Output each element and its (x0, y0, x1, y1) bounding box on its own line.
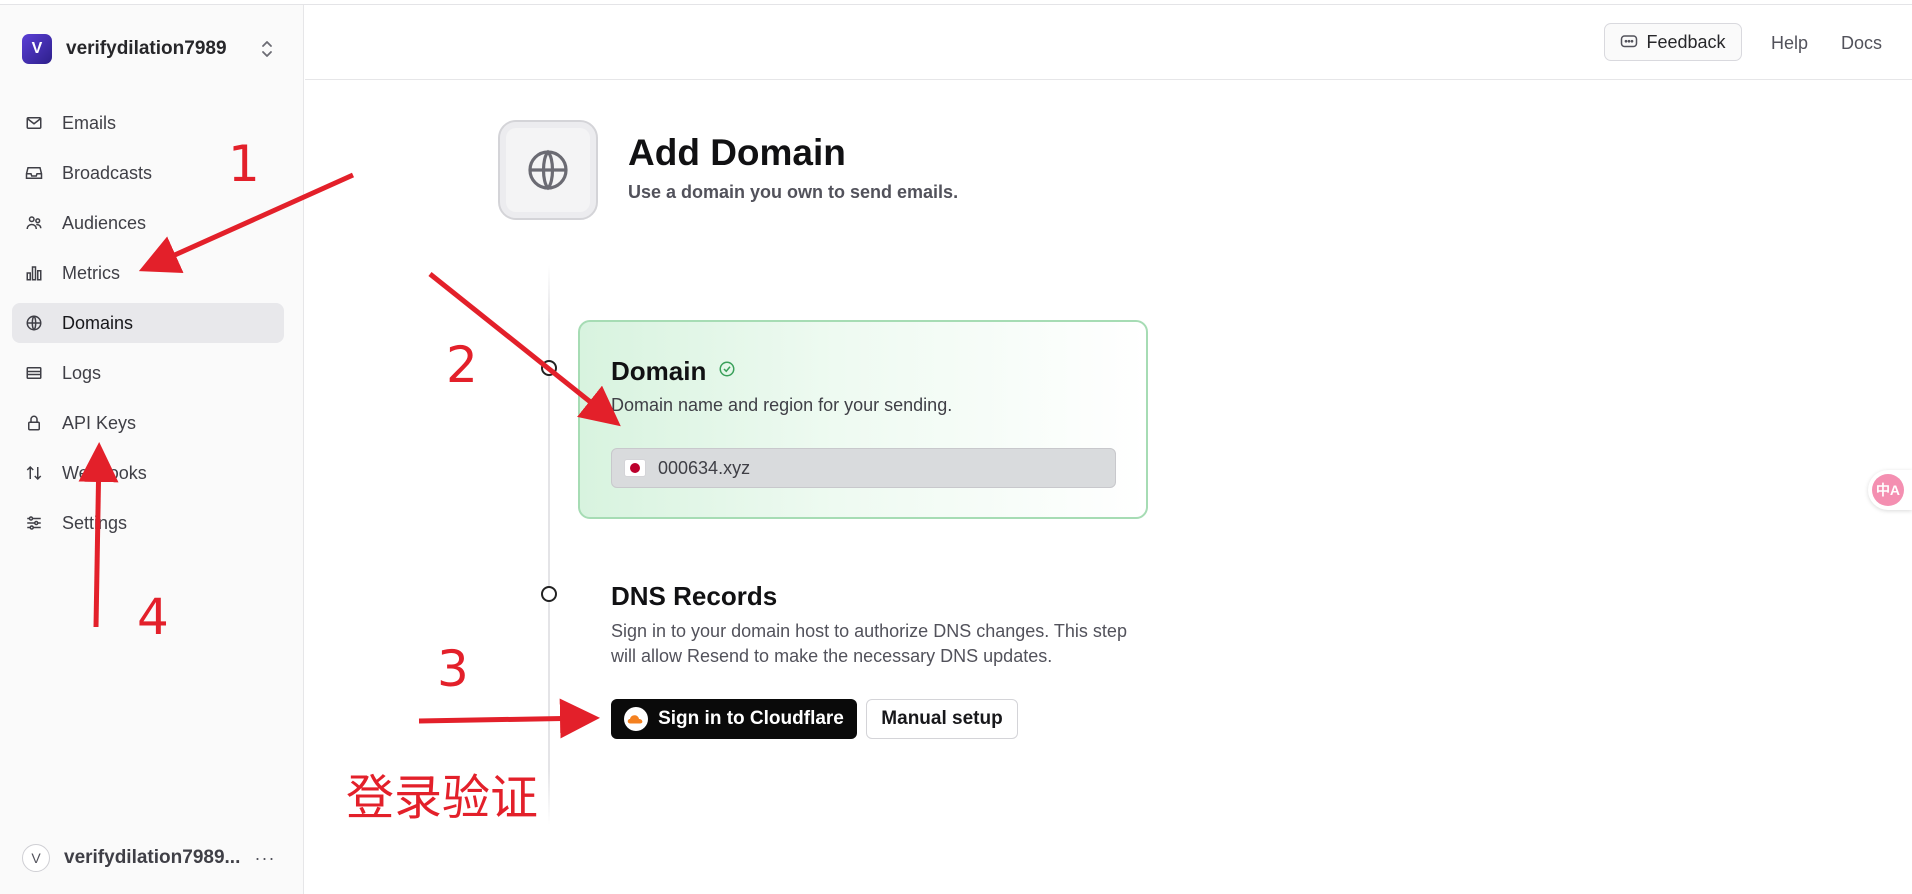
sidebar-item-label: Audiences (62, 212, 147, 233)
sidebar-item-audiences[interactable]: Audiences (12, 203, 284, 243)
team-badge: V (22, 34, 52, 64)
sidebar-item-label: Domains (62, 312, 134, 333)
more-icon[interactable]: ··· (252, 848, 278, 869)
sidebar-item-label: Emails (62, 112, 117, 133)
team-name: verifydilation7989 (66, 38, 227, 59)
feedback-button[interactable]: Feedback (1604, 23, 1742, 61)
arrows-icon (24, 463, 44, 483)
bar-chart-icon (24, 263, 44, 283)
sidebar-item-label: Settings (62, 512, 128, 533)
sidebar-item-domains[interactable]: Domains (12, 303, 284, 343)
chat-bubble-icon (1620, 34, 1638, 50)
lock-icon (24, 413, 44, 433)
sidebar-item-label: API Keys (62, 412, 137, 433)
globe-hero-icon (498, 120, 598, 220)
sidebar-item-label: Broadcasts (62, 162, 153, 183)
cloudflare-icon (624, 707, 649, 731)
user-name: verifydilation7989... (64, 847, 241, 868)
steps-timeline (548, 265, 550, 825)
annotation-number-1: 1 (228, 135, 260, 193)
step-dot-dns (541, 586, 557, 602)
japan-flag-icon (624, 459, 646, 477)
team-switcher[interactable]: V verifydilation7989 (22, 30, 276, 68)
translate-widget[interactable]: 中A (1868, 470, 1912, 510)
user-menu[interactable]: V verifydilation7989... ··· (22, 841, 278, 875)
sidebar-item-metrics[interactable]: Metrics (12, 253, 284, 293)
help-link[interactable]: Help (1771, 33, 1808, 54)
domain-field[interactable]: 000634.xyz (611, 448, 1116, 488)
sign-in-cloudflare-button[interactable]: Sign in to Cloudflare (611, 699, 857, 739)
step-dot-domain (541, 360, 557, 376)
sidebar-item-logs[interactable]: Logs (12, 353, 284, 393)
manual-setup-button[interactable]: Manual setup (866, 699, 1018, 739)
chevron-updown-icon (258, 38, 276, 60)
sliders-icon (24, 513, 44, 533)
dns-step-title: DNS Records (611, 581, 778, 611)
feedback-label: Feedback (1646, 31, 1726, 52)
globe-icon (24, 313, 44, 333)
mail-icon (24, 113, 44, 133)
cloudflare-button-label: Sign in to Cloudflare (658, 708, 844, 729)
avatar: V (22, 844, 50, 872)
page-subtitle: Use a domain you own to send emails. (628, 182, 959, 202)
translate-icon: 中A (1872, 474, 1904, 506)
sidebar-item-label: Webhooks (62, 462, 147, 483)
annotation-arrow-3 (418, 698, 600, 739)
sidebar-item-label: Metrics (62, 262, 120, 283)
dns-step-description: Sign in to your domain host to authorize… (611, 621, 1127, 666)
logs-icon (24, 363, 44, 383)
page-title: Add Domain (628, 132, 846, 173)
annotation-number-4: 4 (137, 588, 169, 646)
annotation-note: 登录验证 (346, 770, 539, 826)
sidebar-item-api-keys[interactable]: API Keys (12, 403, 284, 443)
check-circle-icon (718, 360, 736, 383)
sidebar-item-webhooks[interactable]: Webhooks (12, 453, 284, 493)
top-bar: Feedback Help Docs (305, 5, 1912, 80)
sidebar-item-settings[interactable]: Settings (12, 503, 284, 543)
domain-step-title: Domain (611, 356, 707, 386)
inbox-icon (24, 163, 44, 183)
annotation-number-3: 3 (437, 640, 469, 698)
annotation-number-2: 2 (446, 336, 478, 394)
docs-link[interactable]: Docs (1841, 33, 1882, 54)
users-icon (24, 213, 44, 233)
sidebar-item-label: Logs (62, 362, 102, 383)
domain-step-subtitle: Domain name and region for your sending. (611, 395, 953, 415)
domain-step-card (578, 320, 1148, 519)
domain-value: 000634.xyz (658, 457, 751, 478)
